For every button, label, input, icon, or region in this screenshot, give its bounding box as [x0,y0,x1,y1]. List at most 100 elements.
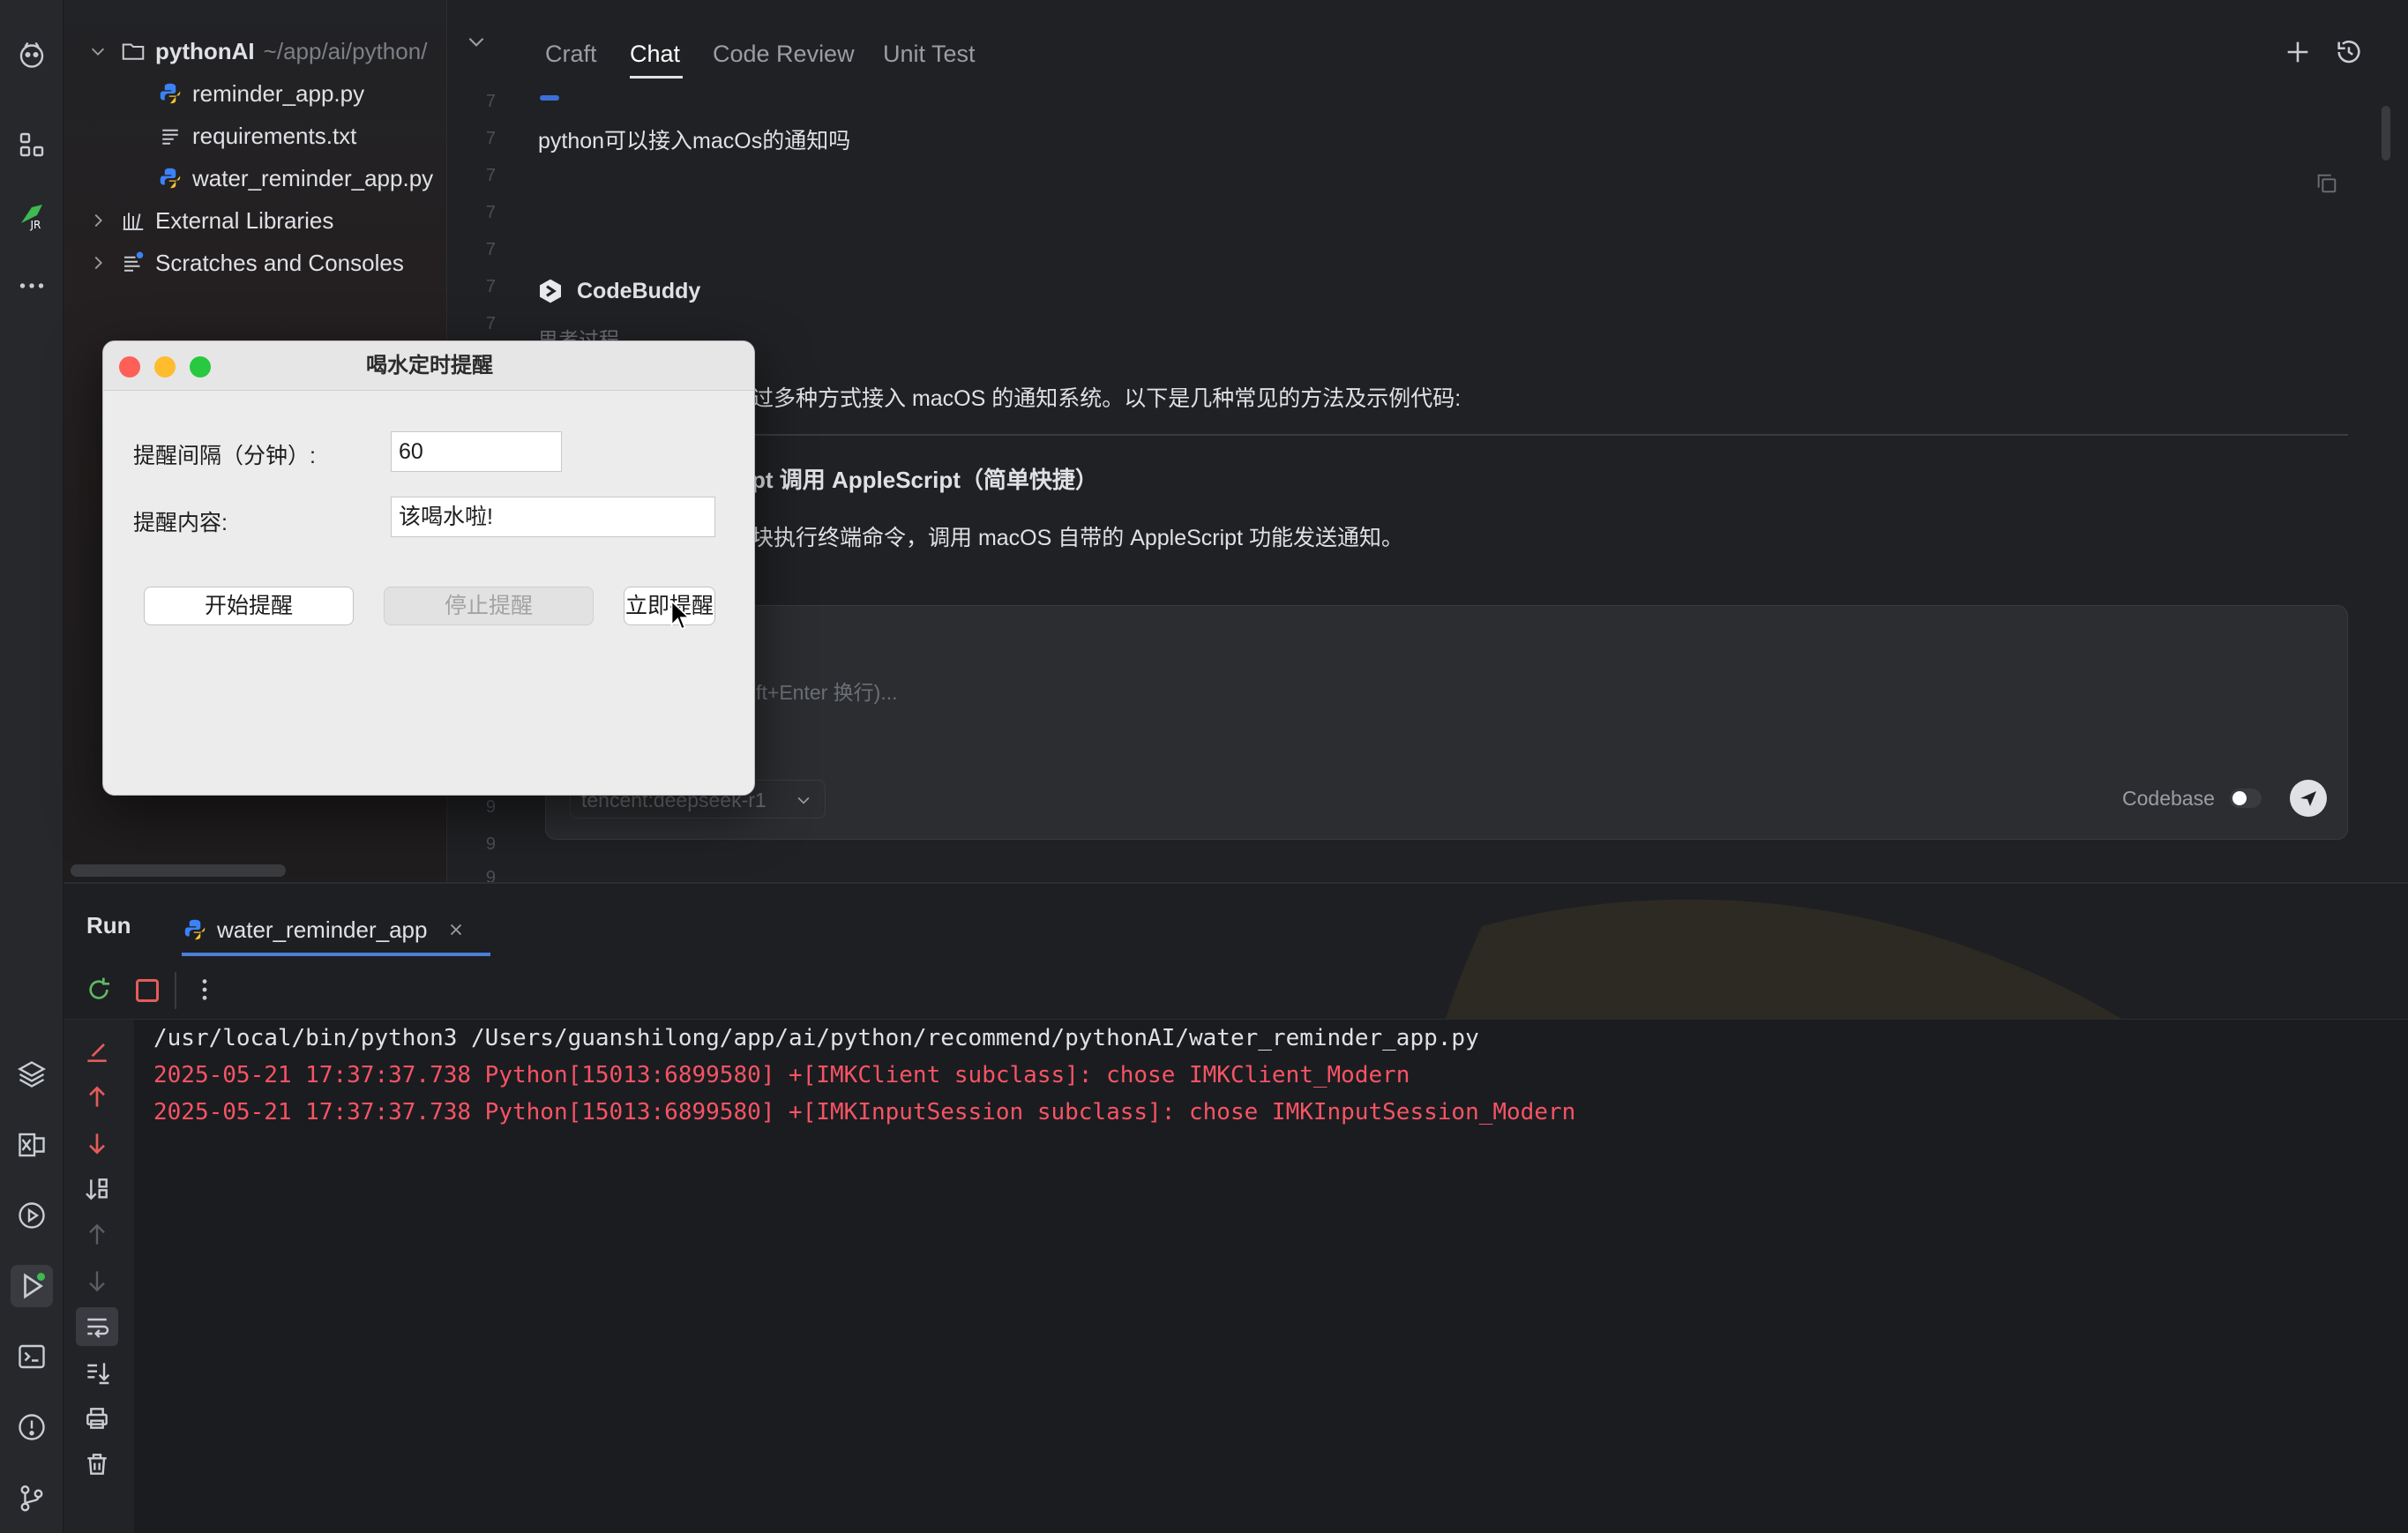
more-tools-icon[interactable] [11,265,53,307]
git-icon[interactable] [11,1477,53,1519]
down-disabled-icon[interactable] [83,1267,111,1295]
console-line-command: /usr/local/bin/python3 /Users/guanshilon… [153,1025,1479,1051]
problems-icon[interactable] [11,1406,53,1448]
stop-reminder-button[interactable]: 停止提醒 [384,587,594,625]
sort-icon[interactable] [83,1175,111,1203]
content-input[interactable]: 该喝水啦! [391,497,715,537]
assistant-answer-intro: 过多种方式接入 macOS 的通知系统。以下是几种常见的方法及示例代码: [752,386,1462,411]
structure-icon[interactable] [11,123,53,166]
python-file-icon [184,919,206,940]
window-title: 喝水定时提醒 [366,354,493,378]
tree-file-reminder-app[interactable]: reminder_app.py [157,74,364,113]
layers-icon[interactable] [11,1053,53,1096]
services-icon[interactable] [11,1194,53,1237]
send-button[interactable] [2290,780,2327,817]
scroll-to-end-icon[interactable] [83,1358,111,1387]
horizontal-scrollbar[interactable] [71,864,286,877]
soft-wrap-button[interactable] [76,1307,118,1346]
tab-chat[interactable]: Chat [630,41,680,68]
tree-file-requirements[interactable]: requirements.txt [157,116,356,155]
chevron-down-icon [797,796,810,804]
chat-scrollbar[interactable] [2382,106,2390,161]
project-root-path: ~/app/ai/python/ [263,37,428,64]
window-titlebar[interactable]: 喝水定时提醒 [103,341,754,391]
tree-root-pythonai[interactable]: pythonAI ~/app/ai/python/ [88,32,427,71]
arrow-down-icon[interactable] [83,1129,111,1157]
console-side-toolbar [64,1020,134,1533]
excel-icon[interactable] [11,1124,53,1166]
tree-scratches[interactable]: Scratches and Consoles [88,243,404,282]
mouse-cursor-icon [670,600,692,631]
chat-input-placeholder[interactable]: ift+Enter 换行)... [752,676,898,706]
run-tab-label: water_reminder_app [217,916,428,943]
tab-unit-test[interactable]: Unit Test [883,41,976,68]
history-icon[interactable] [2334,37,2366,69]
codebase-toggle[interactable] [2230,789,2262,808]
method-description: 块执行终端命令，调用 macOS 自带的 AppleScript 功能发送通知。 [752,526,1403,550]
send-icon [2300,791,2316,806]
user-avatar [540,95,559,101]
codebuddy-logo-icon [536,277,566,307]
print-icon[interactable] [83,1404,111,1432]
line-number: 9 [485,834,496,854]
scratches-label: Scratches and Consoles [155,249,404,276]
tab-code-review[interactable]: Code Review [713,41,855,68]
tree-external-libraries[interactable]: External Libraries [88,201,333,240]
run-tab-water-reminder[interactable]: water_reminder_app [182,909,466,951]
assistant-name: CodeBuddy [577,279,701,303]
console-output[interactable]: /usr/local/bin/python3 /Users/guanshilon… [134,1020,2408,1533]
tab-craft[interactable]: Craft [545,41,597,68]
line-number: 7 [485,203,496,222]
chevron-down-icon[interactable] [465,30,491,56]
jrebel-icon[interactable]: JR [11,194,53,236]
interval-input[interactable]: 60 [391,431,562,472]
chevron-down-icon [91,48,105,56]
file-label-requirements: requirements.txt [192,122,357,149]
copy-icon[interactable] [2315,171,2341,198]
toggle-knob [2232,791,2247,805]
content-label: 提醒内容: [133,511,228,535]
trash-icon[interactable] [83,1450,111,1478]
stop-icon[interactable] [136,979,159,1002]
line-number: 7 [485,314,496,333]
console-line-stderr: 2025-05-21 17:37:37.738 Python[15013:689… [153,1099,1576,1125]
section-divider [540,434,2348,436]
more-vertical-icon[interactable] [191,976,219,1004]
run-tab-indicator [182,953,490,956]
method-heading: pt 调用 AppleScript（简单快捷） [752,467,1098,493]
user-message: python可以接入macOs的通知吗 [538,129,851,153]
text-file-icon [162,129,178,145]
line-number: 7 [485,129,496,148]
folder-icon [122,43,145,60]
arrow-up-icon[interactable] [83,1083,111,1111]
close-icon[interactable] [446,920,466,939]
ai-assistant-icon[interactable] [11,34,53,76]
up-disabled-icon[interactable] [83,1221,111,1249]
python-file-icon [160,83,181,104]
terminal-icon[interactable] [11,1335,53,1378]
external-libraries-label: External Libraries [155,206,334,234]
line-number: 7 [485,92,496,111]
python-file-icon [160,168,181,189]
soft-wrap-icon [87,1318,109,1338]
water-reminder-window: 喝水定时提醒 提醒间隔（分钟）: 60 提醒内容: 该喝水啦! 开始提醒 停止提… [102,340,755,796]
tool-window-strip: JR [0,0,64,1533]
new-chat-icon[interactable] [2283,37,2315,69]
line-number: 7 [485,240,496,259]
toolbar-separator [175,972,176,1009]
clear-brush-icon[interactable] [83,1037,111,1066]
line-number: 7 [485,277,496,296]
start-reminder-button[interactable]: 开始提醒 [144,587,354,625]
scratches-icon [124,251,144,272]
file-label-water-reminder-app: water_reminder_app.py [192,164,434,191]
remind-now-button[interactable]: 立即提醒 [624,587,715,625]
codebase-label: Codebase [2122,787,2215,810]
rerun-icon[interactable] [85,976,113,1004]
library-icon [123,213,144,230]
active-tab-indicator [630,76,683,79]
console-line-stderr: 2025-05-21 17:37:37.738 Python[15013:689… [153,1062,1410,1088]
chevron-right-icon [94,256,102,270]
run-tool-icon[interactable] [11,1265,53,1307]
line-number: 7 [485,166,496,185]
tree-file-water-reminder-app[interactable]: water_reminder_app.py [157,159,433,198]
